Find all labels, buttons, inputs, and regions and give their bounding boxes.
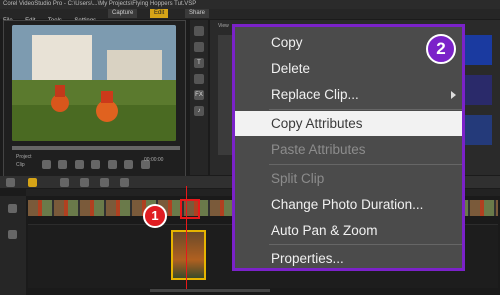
timecode[interactable]: 00:00:00	[144, 157, 163, 163]
graphic-icon[interactable]	[194, 74, 204, 84]
previous-icon[interactable]	[58, 160, 68, 170]
menu-item-copy-attributes[interactable]: Copy Attributes	[235, 111, 462, 136]
step-badge-2: 2	[426, 34, 456, 64]
selected-clip-highlight[interactable]	[180, 199, 200, 219]
media-icon[interactable]	[194, 26, 204, 36]
menu-item-paste-attributes: Paste Attributes	[271, 142, 366, 157]
repeat-icon[interactable]	[124, 160, 134, 170]
submenu-arrow-icon	[451, 91, 456, 99]
tab-edit[interactable]: Edit	[150, 9, 169, 18]
redo-icon[interactable]	[80, 178, 89, 187]
record-icon[interactable]	[100, 178, 109, 187]
menu-item-change-photo-duration[interactable]: Change Photo Duration...	[235, 192, 462, 217]
instant-project-icon[interactable]	[194, 42, 204, 52]
menu-item-replace-clip[interactable]: Replace Clip...	[235, 82, 462, 107]
menu-item-properties[interactable]: Properties...	[235, 246, 462, 271]
preview-video	[12, 25, 176, 141]
library-toolbar: T FX ♪	[190, 20, 208, 175]
window-title: Corel VideoStudio Pro - C:\Users\...\My …	[3, 1, 197, 7]
overlay-clip[interactable]	[171, 230, 206, 280]
play-icon[interactable]	[42, 160, 51, 170]
overlay-track-icon[interactable]	[8, 230, 17, 239]
preview-scrubber[interactable]	[12, 146, 180, 150]
preview-frame-image	[12, 25, 176, 141]
menu-item-replace-clip-label: Replace Clip...	[271, 87, 359, 102]
playback-controls: Project Clip 00:00:00	[12, 152, 184, 174]
menu-item-delete[interactable]: Delete	[235, 56, 462, 81]
menu-item-split-clip: Split Clip	[271, 171, 325, 186]
tab-capture[interactable]: Capture	[108, 9, 138, 18]
undo-icon[interactable]	[60, 178, 69, 187]
menu-item-auto-pan-zoom[interactable]: Auto Pan & Zoom	[235, 218, 462, 243]
mixer-icon[interactable]	[120, 178, 129, 187]
tab-share[interactable]: Share	[185, 9, 210, 18]
menu-bar: File Edit Tools Settings	[0, 9, 500, 24]
timeline-scrollbar[interactable]	[150, 289, 270, 292]
rewind-icon[interactable]	[74, 160, 84, 170]
video-track-icon[interactable]	[8, 204, 17, 213]
audio-icon[interactable]: ♪	[194, 106, 204, 116]
timeline-view-icon[interactable]	[28, 178, 37, 187]
step-badge-1: 1	[143, 204, 167, 228]
track-headers	[0, 196, 26, 295]
menu-separator	[269, 164, 462, 165]
title-icon[interactable]: T	[194, 58, 204, 68]
next-icon[interactable]	[107, 160, 117, 170]
menu-separator	[269, 109, 462, 110]
project-mode-label[interactable]: Project	[16, 154, 32, 160]
filter-icon[interactable]: FX	[194, 90, 204, 100]
forward-icon[interactable]	[91, 160, 101, 170]
library-view-tab[interactable]: View	[218, 23, 229, 29]
context-menu: Copy Delete Replace Clip... Copy Attribu…	[232, 24, 465, 271]
storyboard-view-icon[interactable]	[6, 178, 15, 187]
menu-separator	[269, 244, 462, 245]
clip-mode-label[interactable]: Clip	[16, 162, 25, 168]
